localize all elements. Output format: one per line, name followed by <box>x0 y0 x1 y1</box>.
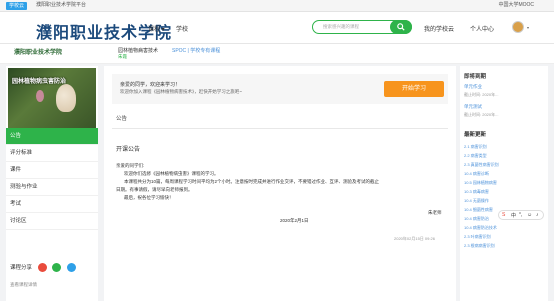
flower-image <box>56 84 76 112</box>
nav-profile[interactable]: 个人中心 <box>470 24 494 33</box>
top-bar: 学校云 濮阳职业技术学院平台 中国大学MOOC <box>0 0 554 12</box>
start-learning-button[interactable]: 开始学习 <box>384 81 444 97</box>
update-item[interactable]: 10.3 病毒病害 <box>464 189 489 195</box>
ann-line: 欢迎你们选修《园林植物病虫害》课程的学习。 <box>124 171 219 176</box>
ann-line: 亲爱的同学们: <box>116 163 145 168</box>
announcement-title[interactable]: 开课公告 <box>116 144 140 153</box>
share-label: 课程分享 <box>10 265 33 271</box>
welcome-box: 亲爱的同学，欢迎来学习！ 欢迎你加入课程《园林植物病害技术》，赶快开始学习之旅吧… <box>112 74 448 104</box>
update-item[interactable]: 10.4 病害诊断 <box>464 171 489 177</box>
due-soon-heading: 即将到期 <box>464 74 487 80</box>
due-date: 截止时间: 2020年... <box>464 112 499 117</box>
school-logo: 濮阳职业技术学院 <box>14 50 63 56</box>
due-date: 截止时间: 2020年... <box>464 92 499 97</box>
floating-toolbar[interactable]: S 中 °, ☺ ♪ <box>498 210 544 220</box>
search-icon <box>397 23 405 31</box>
teacher-name[interactable]: 朱霞 <box>118 54 127 60</box>
punctuation-icon[interactable]: °, <box>519 212 522 218</box>
sogou-icon[interactable]: S <box>502 212 505 218</box>
ann-line: 最后，祝各位学习愉快！ <box>124 195 174 200</box>
course-name: 园林植物病害技术 <box>118 48 159 54</box>
ann-line: 本课程共分为10篇，每周课程学习时间平均为2个小时。注意按时完成并进行作业交评，… <box>124 179 380 184</box>
welcome-line-2: 欢迎你加入课程《园林植物病害技术》，赶快开始学习之旅吧~ <box>120 89 242 94</box>
chevron-down-icon[interactable]: ▾ <box>527 25 529 30</box>
search-box[interactable]: 搜索感兴趣的课程 <box>312 20 412 34</box>
spoc-label: SPOC | 学校专有课程 <box>172 48 221 54</box>
update-item[interactable]: 2.3 叶病害识别 <box>464 234 491 240</box>
banner-title: 园林植物病虫害防治 <box>12 79 67 85</box>
update-item[interactable]: 10.4 细菌性病害 <box>464 207 493 213</box>
ann-line: 日期。有事请假，请尽早向老师报到。 <box>116 187 193 192</box>
sidebar-item-exam[interactable]: 考试 <box>6 196 98 213</box>
search-button[interactable] <box>390 20 412 34</box>
nav-my-school-cloud[interactable]: 我的学校云 <box>424 24 454 33</box>
update-item[interactable]: 10.4 无菌操作 <box>464 198 489 204</box>
avatar[interactable] <box>512 21 524 33</box>
nav-school[interactable]: 学校 <box>176 24 188 33</box>
update-item[interactable]: 2.2 病害类型 <box>464 153 487 159</box>
course-menu: 公告 评分标准 课件 测验与作业 考试 讨论区 <box>6 128 98 230</box>
course-share: 课程分享 <box>6 260 98 276</box>
course-banner: 园林植物病虫害防治 <box>8 68 96 128</box>
chinese-mode-icon[interactable]: 中 <box>511 212 516 219</box>
platform-welcome: 濮阳职业技术学院平台 <box>36 2 87 8</box>
update-item[interactable]: 10.4 病害防治技术 <box>464 225 497 231</box>
school-cloud-button[interactable]: 学校云 <box>6 2 28 10</box>
mic-icon[interactable]: ♪ <box>536 212 539 218</box>
update-item[interactable]: 10.4 病害防治 <box>464 216 489 222</box>
announcement-body: 亲爱的同学们: 欢迎你们选修《园林植物病虫害》课程的学习。 本课程共分为10篇，… <box>116 162 436 202</box>
nav-course[interactable]: 课程 ▾ <box>148 24 165 33</box>
sidebar-item-courseware[interactable]: 课件 <box>6 162 98 179</box>
sidebar-item-announcement[interactable]: 公告 <box>6 128 98 145</box>
course-header: 濮阳职业技术学院 园林植物病害技术 SPOC | 学校专有课程 朱霞 <box>0 44 554 64</box>
section-title: 公告 <box>116 116 128 122</box>
due-item[interactable]: 单元测试 <box>464 104 482 110</box>
qq-icon[interactable] <box>66 263 76 273</box>
right-panel: 即将到期 单元作业 截止时间: 2020年... 单元测试 截止时间: 2020… <box>460 66 548 301</box>
sidebar: 园林植物病虫害防治 公告 评分标准 课件 测验与作业 考试 讨论区 课程分享 查… <box>6 66 98 301</box>
sidebar-item-quiz[interactable]: 测验与作业 <box>6 179 98 196</box>
mooc-link[interactable]: 中国大学MOOC <box>498 0 534 11</box>
update-item[interactable]: 10.5 园林植物病害 <box>464 180 497 186</box>
welcome-line-1: 亲爱的同学，欢迎来学习！ <box>120 82 181 88</box>
header: 濮阳职业技术学院 课程 ▾ 学校 搜索感兴趣的课程 我的学校云 个人中心 ▾ <box>0 12 554 44</box>
announcement-timestamp: 2020年02月15日 09:26 <box>394 236 435 241</box>
latest-updates-heading: 最新更新 <box>464 132 487 138</box>
announcement-signature: 朱老师 <box>428 210 442 215</box>
update-item[interactable]: 2.3 真菌性病害识别 <box>464 162 499 168</box>
emoji-icon[interactable]: ☺ <box>527 212 532 218</box>
wechat-icon[interactable] <box>52 263 62 273</box>
sidebar-item-grading[interactable]: 评分标准 <box>6 145 98 162</box>
update-item[interactable]: 2.1 病害识别 <box>464 144 487 150</box>
course-detail-link[interactable]: 查看课程详情 <box>10 282 37 288</box>
sidebar-item-forum[interactable]: 讨论区 <box>6 213 98 230</box>
main-content: 亲爱的同学，欢迎来学习！ 欢迎你加入课程《园林植物病害技术》，赶快开始学习之旅吧… <box>104 66 456 301</box>
update-item[interactable]: 2.3 根病病害识别 <box>464 243 495 249</box>
search-input[interactable]: 搜索感兴趣的课程 <box>323 24 359 30</box>
weibo-icon[interactable] <box>37 263 47 273</box>
bud-image <box>36 90 44 102</box>
announcement-date: 2020年2月1日 <box>280 218 309 223</box>
due-item[interactable]: 单元作业 <box>464 84 482 90</box>
divider <box>112 128 448 129</box>
